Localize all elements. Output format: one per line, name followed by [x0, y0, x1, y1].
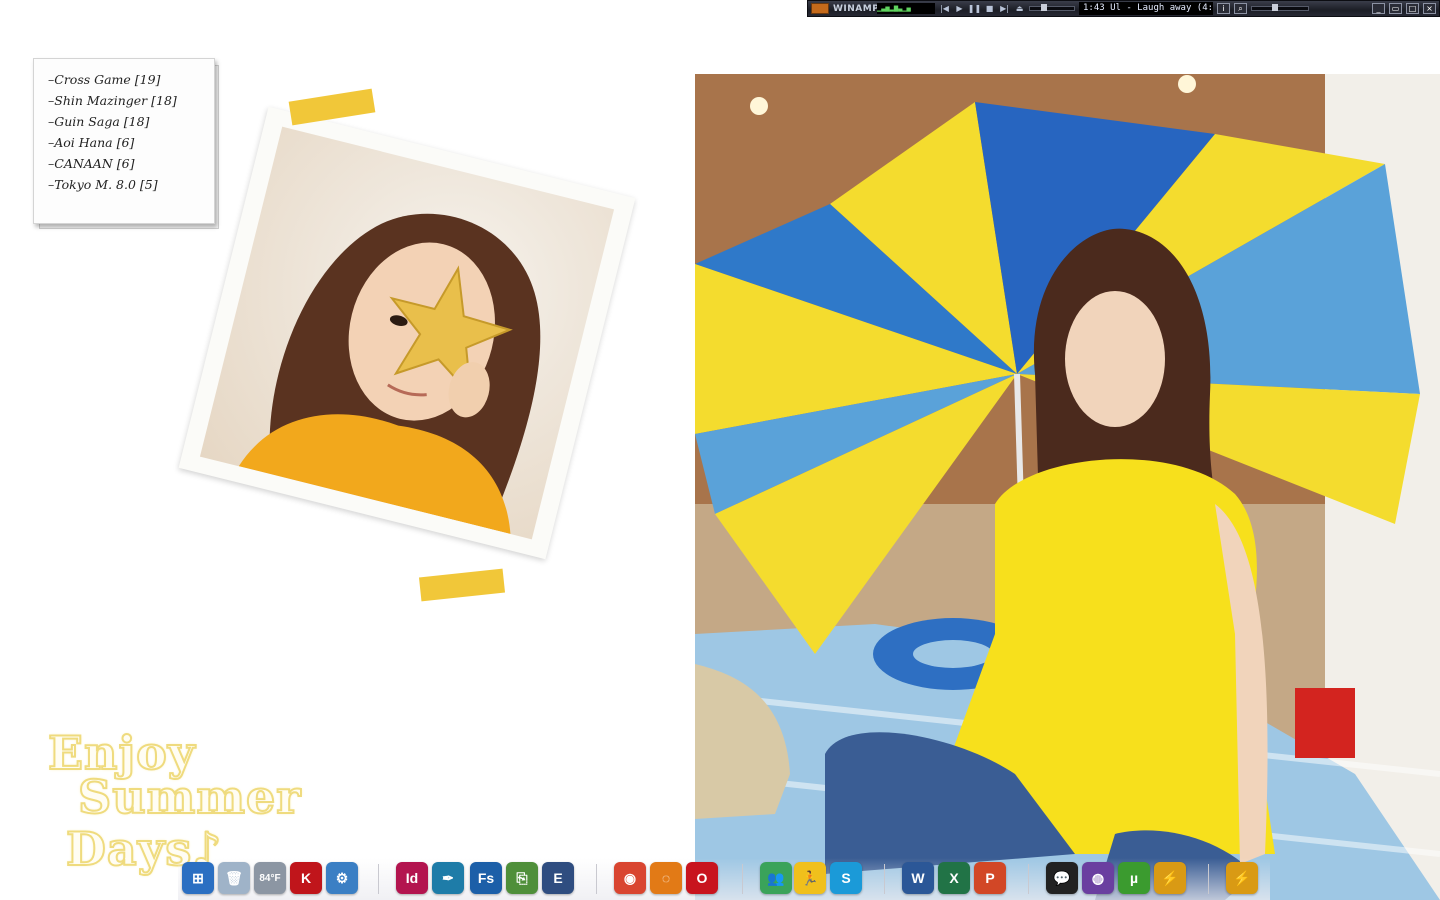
recycle-bin-icon[interactable]: 🗑: [218, 862, 250, 894]
note-item: –Aoi Hana [6]: [48, 135, 135, 150]
word-icon[interactable]: W: [902, 862, 934, 894]
umbrella-scene-illustration: [695, 74, 1440, 900]
wallpaper-main-photo: [695, 74, 1440, 900]
note-item: –Shin Mazinger [18]: [48, 93, 177, 108]
indesign-icon[interactable]: Id: [396, 862, 428, 894]
portrait-illustration: [238, 213, 541, 534]
seek-knob[interactable]: [1272, 4, 1278, 11]
dock-separator: [596, 864, 597, 894]
winamp-info-button[interactable]: i: [1217, 3, 1230, 14]
note-item: –CANAAN [6]: [48, 156, 135, 171]
skype-icon[interactable]: S: [830, 862, 862, 894]
text-editor-icon[interactable]: E: [542, 862, 574, 894]
winamp-seek-slider[interactable]: [1251, 4, 1309, 11]
polaroid-image: [199, 126, 615, 540]
chrome-icon[interactable]: ◉: [614, 862, 646, 894]
settings-gear-icon[interactable]: ⚙: [326, 862, 358, 894]
dock-separator: [1208, 864, 1209, 894]
winamp-shade-button[interactable]: ▭: [1389, 3, 1402, 14]
wallpaper-polaroid-photo: [178, 106, 636, 560]
winamp-prev-button[interactable]: |◀: [939, 3, 950, 14]
winamp-volume-slider[interactable]: [1029, 4, 1075, 11]
chat-bubble-icon[interactable]: 💬: [1046, 862, 1078, 894]
start-orb-icon[interactable]: ⊞: [182, 862, 214, 894]
winamp-bolt-icon[interactable]: ⚡: [1154, 862, 1186, 894]
note-item: –Tokyo M. 8.0 [5]: [48, 177, 158, 192]
opera-icon[interactable]: O: [686, 862, 718, 894]
fs-icon[interactable]: Fs: [470, 862, 502, 894]
winamp-bar[interactable]: WINAMP ▁▃▅▂▆▃▁▄ |◀ ▶ ❚❚ ■ ▶| ⏏ 1:43 Ul -…: [807, 0, 1440, 17]
winamp-play-button[interactable]: ▶: [954, 3, 965, 14]
sticky-note: –Cross Game [19] –Shin Mazinger [18] –Gu…: [33, 58, 215, 224]
note-item: –Guin Saga [18]: [48, 114, 150, 129]
powerpoint-icon[interactable]: P: [974, 862, 1006, 894]
note-item: –Cross Game [19]: [48, 72, 161, 87]
tape-top: [288, 88, 376, 126]
weather-icon[interactable]: 84°F: [254, 862, 286, 894]
utorrent-icon[interactable]: µ: [1118, 862, 1150, 894]
dock-separator: [1028, 864, 1029, 894]
winamp-close-button[interactable]: ×: [1423, 3, 1436, 14]
excel-icon[interactable]: X: [938, 862, 970, 894]
dock-separator: [378, 864, 379, 894]
tape-bottom: [418, 568, 506, 602]
winamp-logo-icon: [811, 3, 829, 14]
wallpaper-text-summer: Summer: [77, 769, 302, 825]
aim-icon[interactable]: 🏃: [794, 862, 826, 894]
winamp-search-button[interactable]: ⌕: [1234, 3, 1247, 14]
document-tool-icon[interactable]: ⎘: [506, 862, 538, 894]
winamp-next-button[interactable]: ▶|: [999, 3, 1010, 14]
winamp-now-playing: 1:43 Ul - Laugh away (4:22): [1079, 2, 1213, 15]
winamp-visualizer: ▁▃▅▂▆▃▁▄: [877, 3, 935, 14]
winamp-stop-button[interactable]: ■: [984, 3, 995, 14]
dock-separator: [742, 864, 743, 894]
winamp-eject-button[interactable]: ⏏: [1014, 3, 1025, 14]
firefox-icon[interactable]: ◌: [650, 862, 682, 894]
kaspersky-icon[interactable]: K: [290, 862, 322, 894]
volume-knob[interactable]: [1041, 4, 1048, 11]
feather-pen-icon[interactable]: ✒: [432, 862, 464, 894]
gba-emulator-icon[interactable]: ◍: [1082, 862, 1114, 894]
dock-separator: [884, 864, 885, 894]
winamp-restore-button[interactable]: □: [1406, 3, 1419, 14]
winamp-bolt-2-icon[interactable]: ⚡: [1226, 862, 1258, 894]
messenger-icon[interactable]: 👥: [760, 862, 792, 894]
winamp-minimize-button[interactable]: _: [1372, 3, 1385, 14]
winamp-title: WINAMP: [833, 3, 880, 14]
winamp-pause-button[interactable]: ❚❚: [968, 3, 981, 14]
